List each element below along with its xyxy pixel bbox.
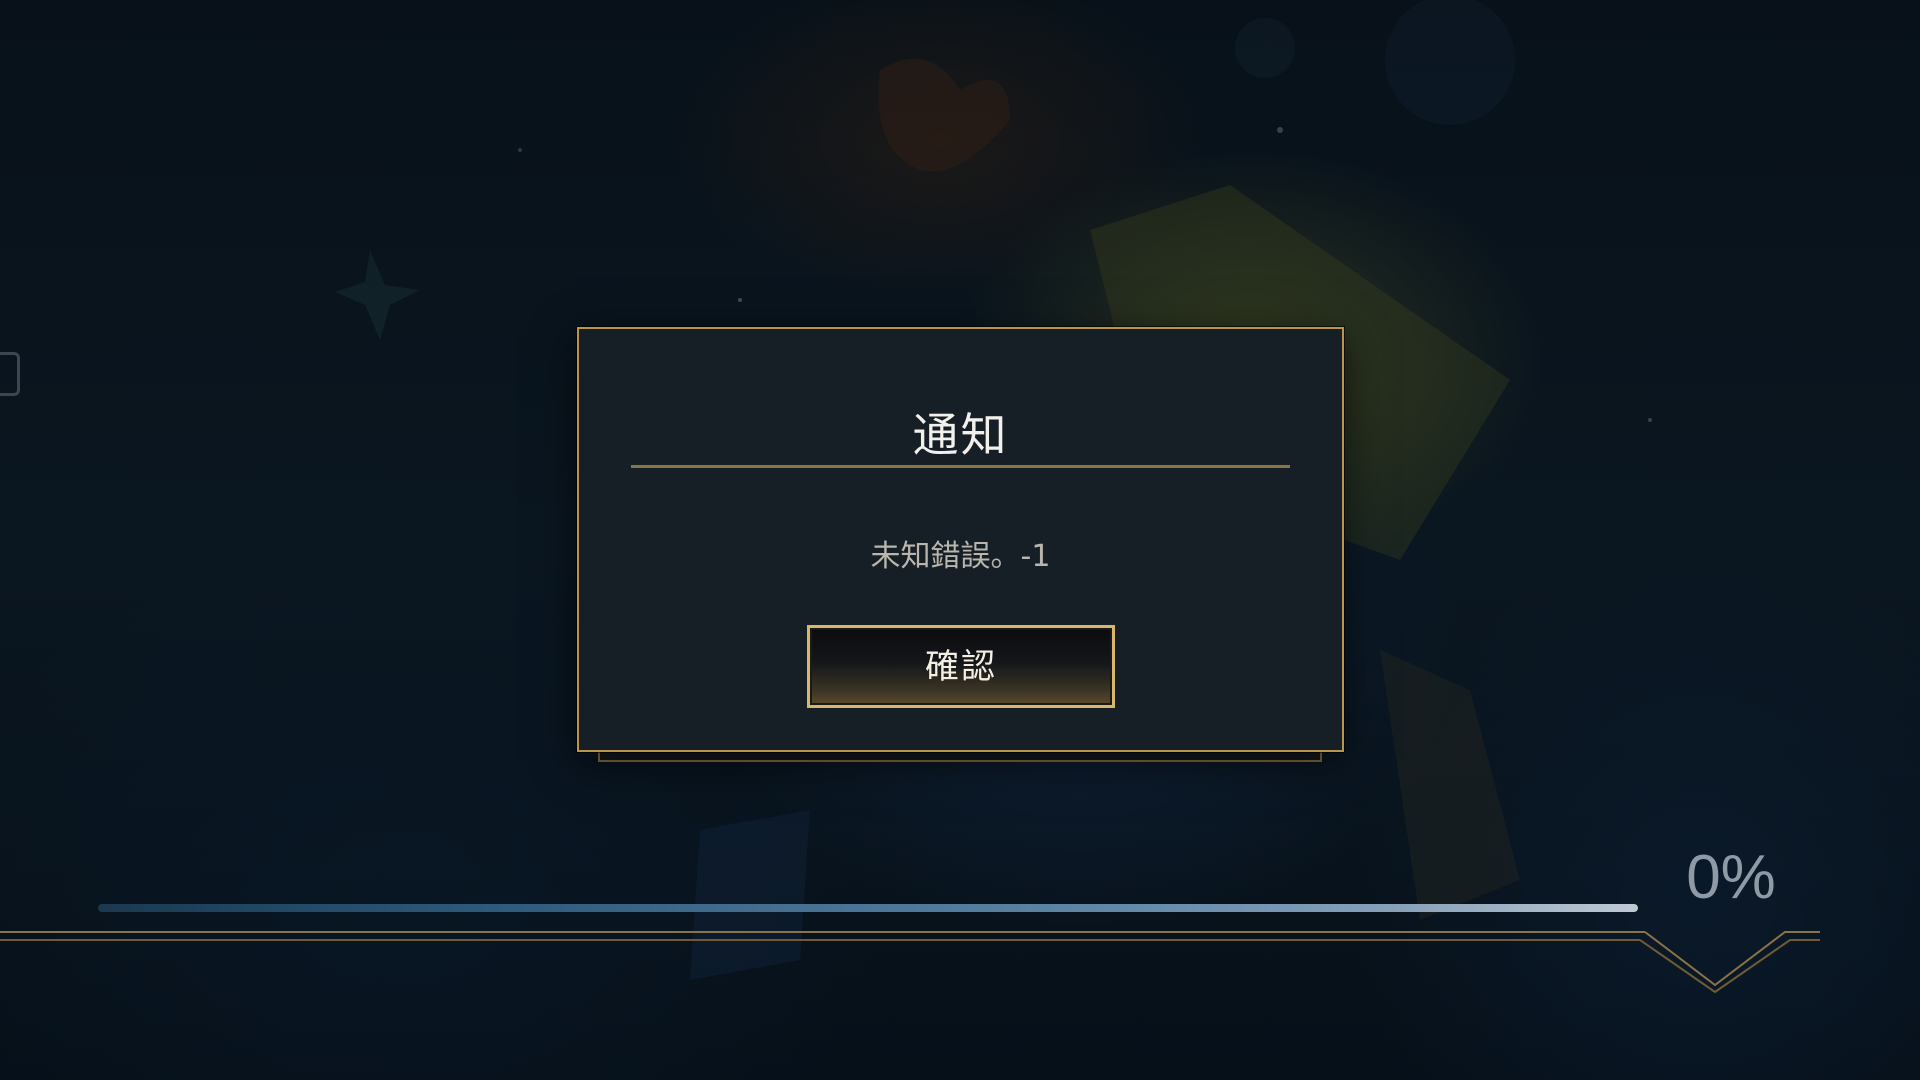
background-scene: 通知 未知錯誤。-1 確認 0% [0, 0, 1920, 1080]
notification-dialog: 通知 未知錯誤。-1 確認 [577, 327, 1344, 752]
loading-progress-bar [98, 904, 1638, 912]
loading-percent: 0% [1686, 843, 1776, 912]
side-panel-edge [0, 352, 20, 396]
title-divider [631, 465, 1290, 468]
error-message: 未知錯誤。-1 [870, 539, 1051, 574]
loading-frame-ornament [0, 931, 1820, 994]
dialog-title: 通知 [912, 408, 1009, 462]
confirm-button[interactable]: 確認 [807, 625, 1115, 708]
